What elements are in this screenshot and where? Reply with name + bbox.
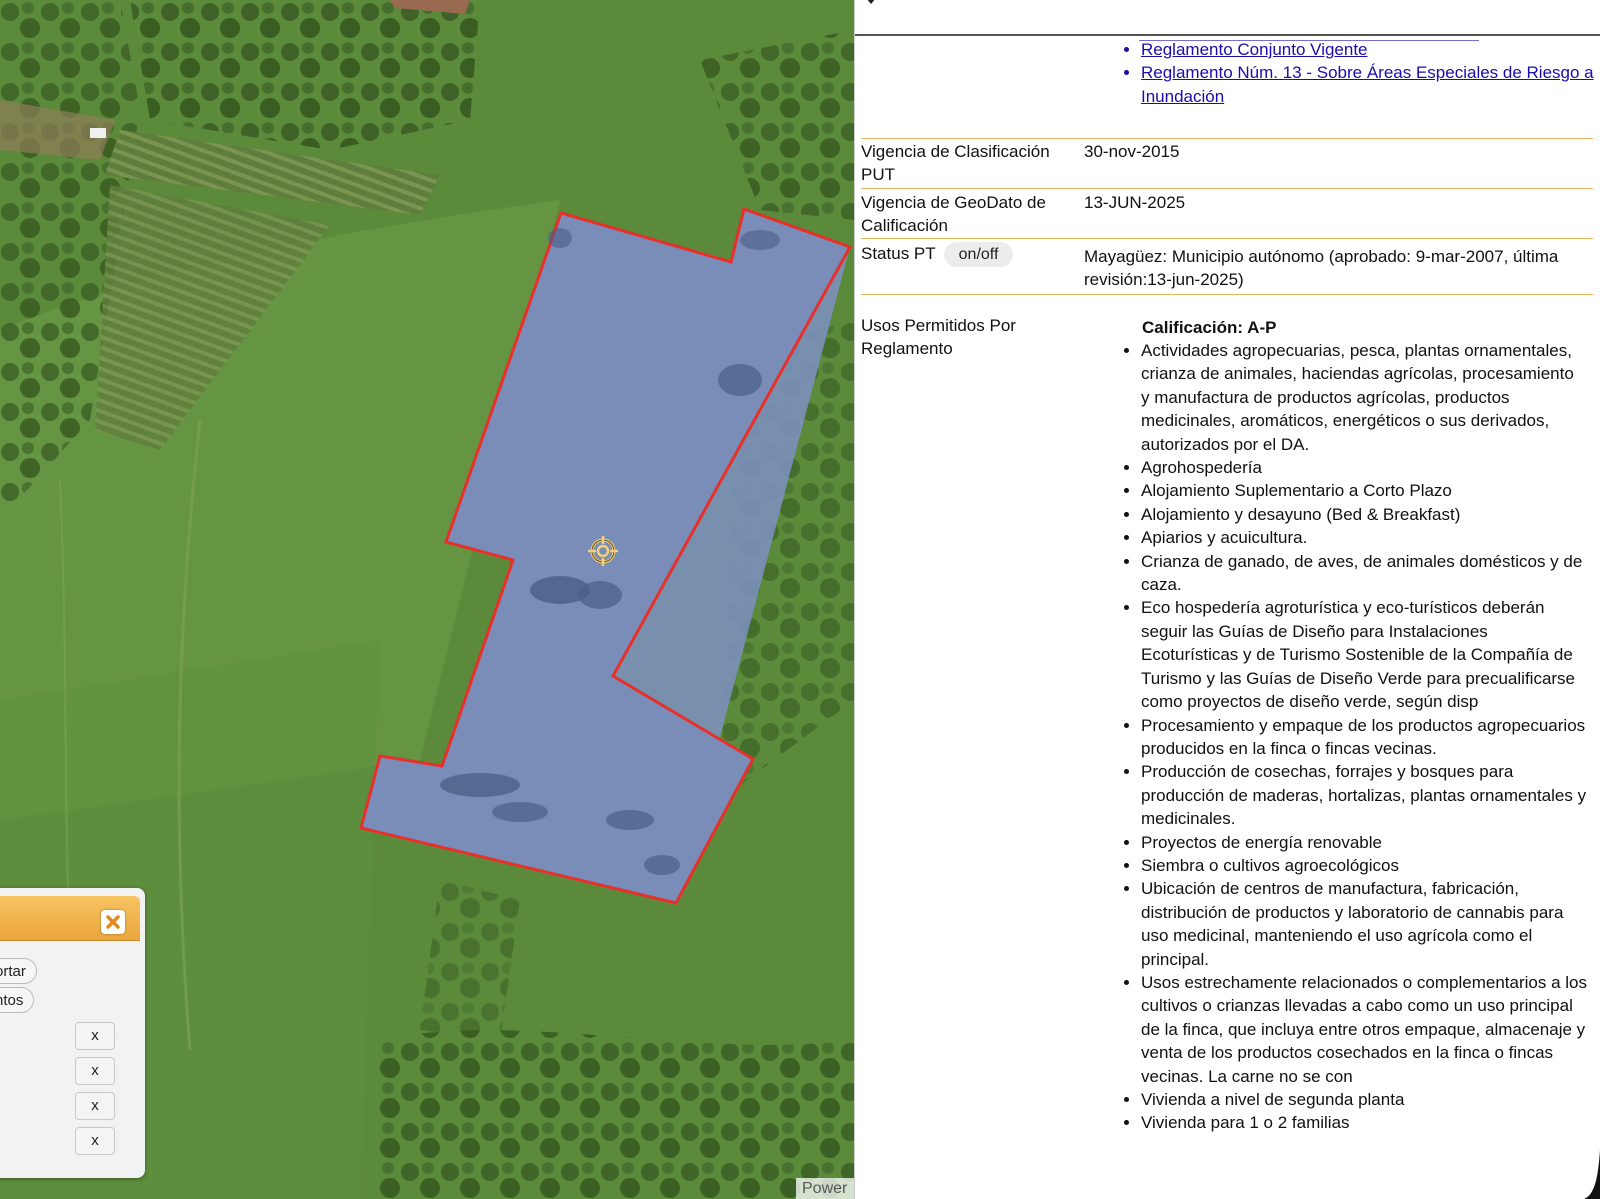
row-label: Vigencia de Clasificación PUT xyxy=(861,142,1050,185)
list-item: Actividades agropecuarias, pesca, planta… xyxy=(1141,339,1587,456)
row-value: Mayagüez: Municipio autónomo (aprobado: … xyxy=(1084,247,1559,290)
link-reglamento-conjunto[interactable]: Reglamento Conjunto Vigente xyxy=(1141,40,1368,59)
chevron-down-icon[interactable] xyxy=(865,0,877,8)
resize-corner xyxy=(1584,1150,1600,1199)
row-value: 30-nov-2015 xyxy=(1084,142,1180,161)
row-value: 13-JUN-2025 xyxy=(1084,193,1186,212)
list-item: Procesamiento y empaque de los productos… xyxy=(1141,714,1587,761)
measure-tool-panel: ortar ntos x x x x xyxy=(0,888,145,1178)
row-label-wrap: Status PT on/off xyxy=(861,242,1071,267)
permitted-uses-list: Actividades agropecuarias, pesca, planta… xyxy=(1115,339,1587,1135)
list-item: Agrohospedería xyxy=(1141,456,1587,479)
close-button[interactable] xyxy=(101,910,125,934)
regulation-links: Reglamento Conjunto Vigente Reglamento N… xyxy=(1115,38,1600,108)
list-item: Eco hospedería agroturística y eco-turís… xyxy=(1141,596,1587,713)
points-button[interactable]: ntos xyxy=(0,987,35,1013)
remove-item-button[interactable]: x xyxy=(75,1022,115,1050)
list-item: Vivienda a nivel de segunda planta xyxy=(1141,1088,1587,1111)
close-icon xyxy=(106,915,120,929)
export-button[interactable]: ortar xyxy=(0,958,37,984)
list-item: Alojamiento Suplementario a Corto Plazo xyxy=(1141,479,1587,502)
list-item: Usos estrechamente relacionados o comple… xyxy=(1141,971,1587,1088)
list-item: Siembra o cultivos agroecológicos xyxy=(1141,854,1587,877)
remove-item-button[interactable]: x xyxy=(75,1127,115,1155)
list-item: Ubicación de centros de manufactura, fab… xyxy=(1141,877,1587,971)
satellite-map[interactable]: Power ortar ntos x x x x xyxy=(0,0,854,1199)
list-item: Crianza de ganado, de aves, de animales … xyxy=(1141,550,1587,597)
usos-label: Usos Permitidos Por Reglamento xyxy=(861,316,1016,359)
info-panel-header xyxy=(855,0,1600,36)
parcel-info-panel: Reglamento Conjunto Vigente Reglamento N… xyxy=(854,0,1600,1199)
list-item: Apiarios y acuicultura. xyxy=(1141,526,1587,549)
map-attribution[interactable]: Power xyxy=(796,1178,854,1199)
list-item: Vivienda para 1 o 2 familias xyxy=(1141,1111,1587,1134)
remove-item-button[interactable]: x xyxy=(75,1092,115,1120)
link-reglamento-13[interactable]: Reglamento Núm. 13 - Sobre Áreas Especia… xyxy=(1141,63,1594,105)
list-item: Producción de cosechas, forrajes y bosqu… xyxy=(1141,760,1587,830)
calificacion-title: Calificación: A-P xyxy=(1142,318,1277,337)
list-item: Proyectos de energía renovable xyxy=(1141,831,1587,854)
row-label: Status PT xyxy=(861,244,936,263)
on-off-toggle[interactable]: on/off xyxy=(943,242,1014,267)
crosshair-icon xyxy=(588,536,618,566)
list-item: Alojamiento y desayuno (Bed & Breakfast) xyxy=(1141,503,1587,526)
remove-item-button[interactable]: x xyxy=(75,1057,115,1085)
row-label: Vigencia de GeoDato de Calificación xyxy=(861,193,1046,236)
